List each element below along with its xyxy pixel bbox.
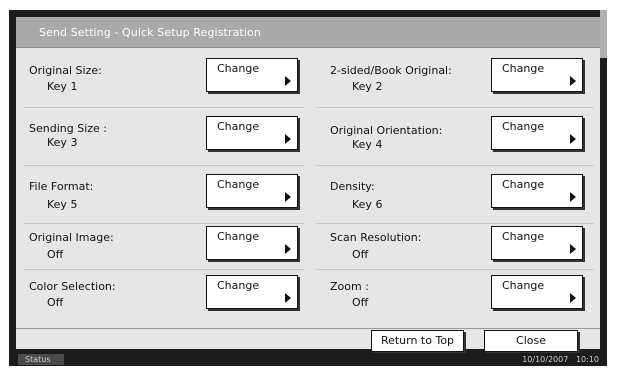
scrollbar[interactable]: [600, 10, 607, 58]
change-button-label: Change: [217, 120, 260, 133]
setting-value: Key 1: [47, 80, 78, 93]
date-time: 10/10/2007 10:10: [522, 354, 599, 365]
settings-row: Original Size: Key 1 Change 2-sided/Book…: [16, 53, 600, 103]
change-button-scan-resolution[interactable]: Change: [491, 226, 583, 260]
change-button-2-sided-book-original[interactable]: Change: [491, 58, 583, 92]
change-button-label: Change: [502, 120, 545, 133]
change-button-file-format[interactable]: Change: [206, 174, 298, 208]
panel-frame: Send Setting - Quick Setup Registration …: [9, 10, 607, 366]
right-arrow-icon: [285, 244, 291, 254]
return-to-top-button[interactable]: Return to Top: [371, 330, 464, 352]
change-button-zoom[interactable]: Change: [491, 275, 583, 309]
change-button-original-orientation[interactable]: Change: [491, 116, 583, 150]
right-arrow-icon: [285, 293, 291, 303]
row-divider: [316, 165, 594, 166]
row-divider: [316, 107, 594, 108]
setting-label: Density:: [330, 180, 375, 193]
window-title: Send Setting - Quick Setup Registration: [39, 26, 261, 39]
right-arrow-icon: [570, 293, 576, 303]
change-button-original-size[interactable]: Change: [206, 58, 298, 92]
change-button-color-selection[interactable]: Change: [206, 275, 298, 309]
setting-label: Color Selection:: [29, 280, 116, 293]
setting-value: Key 3: [47, 136, 78, 149]
change-button-label: Change: [217, 62, 260, 75]
setting-label: File Format:: [29, 180, 94, 193]
setting-value: Off: [47, 296, 64, 309]
setting-label: Original Orientation:: [330, 124, 443, 137]
row-divider: [24, 107, 304, 108]
status-date: 10/10/2007: [522, 355, 569, 364]
title-bar: Send Setting - Quick Setup Registration: [16, 17, 600, 48]
setting-label: Original Size:: [29, 64, 102, 77]
settings-row: File Format: Key 5 Change Density: Key 6…: [16, 169, 600, 219]
setting-value: Key 2: [352, 80, 383, 93]
right-arrow-icon: [285, 134, 291, 144]
status-time: 10:10: [575, 355, 599, 364]
setting-value: Off: [352, 248, 369, 261]
setting-value: Off: [352, 296, 369, 309]
change-button-label: Change: [217, 178, 260, 191]
change-button-original-image[interactable]: Change: [206, 226, 298, 260]
change-button-label: Change: [217, 279, 260, 292]
change-button-label: Change: [502, 279, 545, 292]
change-button-density[interactable]: Change: [491, 174, 583, 208]
right-arrow-icon: [570, 76, 576, 86]
setting-value: Key 5: [47, 198, 78, 211]
change-button-sending-size[interactable]: Change: [206, 116, 298, 150]
setting-value: Off: [47, 248, 64, 261]
right-arrow-icon: [570, 134, 576, 144]
close-button[interactable]: Close: [484, 330, 578, 352]
settings-row: Original Image: Off Change Scan Resoluti…: [16, 217, 600, 267]
setting-label: Original Image:: [29, 231, 114, 244]
setting-label: Sending Size :: [29, 122, 107, 135]
right-arrow-icon: [570, 244, 576, 254]
row-divider: [24, 165, 304, 166]
setting-value: Key 6: [352, 198, 383, 211]
status-bar: Status 10/10/2007 10:10: [9, 353, 607, 366]
change-button-label: Change: [502, 62, 545, 75]
change-button-label: Change: [217, 230, 260, 243]
setting-label: 2-sided/Book Original:: [330, 64, 452, 77]
setting-label: Zoom :: [330, 280, 369, 293]
status-button[interactable]: Status: [18, 354, 64, 365]
settings-row: Color Selection: Off Change Zoom : Off C…: [16, 270, 600, 320]
screen: Send Setting - Quick Setup Registration …: [16, 17, 600, 352]
right-arrow-icon: [570, 192, 576, 202]
change-button-label: Change: [502, 178, 545, 191]
settings-row: Sending Size : Key 3 Change Original Ori…: [16, 111, 600, 161]
setting-label: Scan Resolution:: [330, 231, 422, 244]
setting-value: Key 4: [352, 138, 383, 151]
right-arrow-icon: [285, 192, 291, 202]
right-arrow-icon: [285, 76, 291, 86]
change-button-label: Change: [502, 230, 545, 243]
